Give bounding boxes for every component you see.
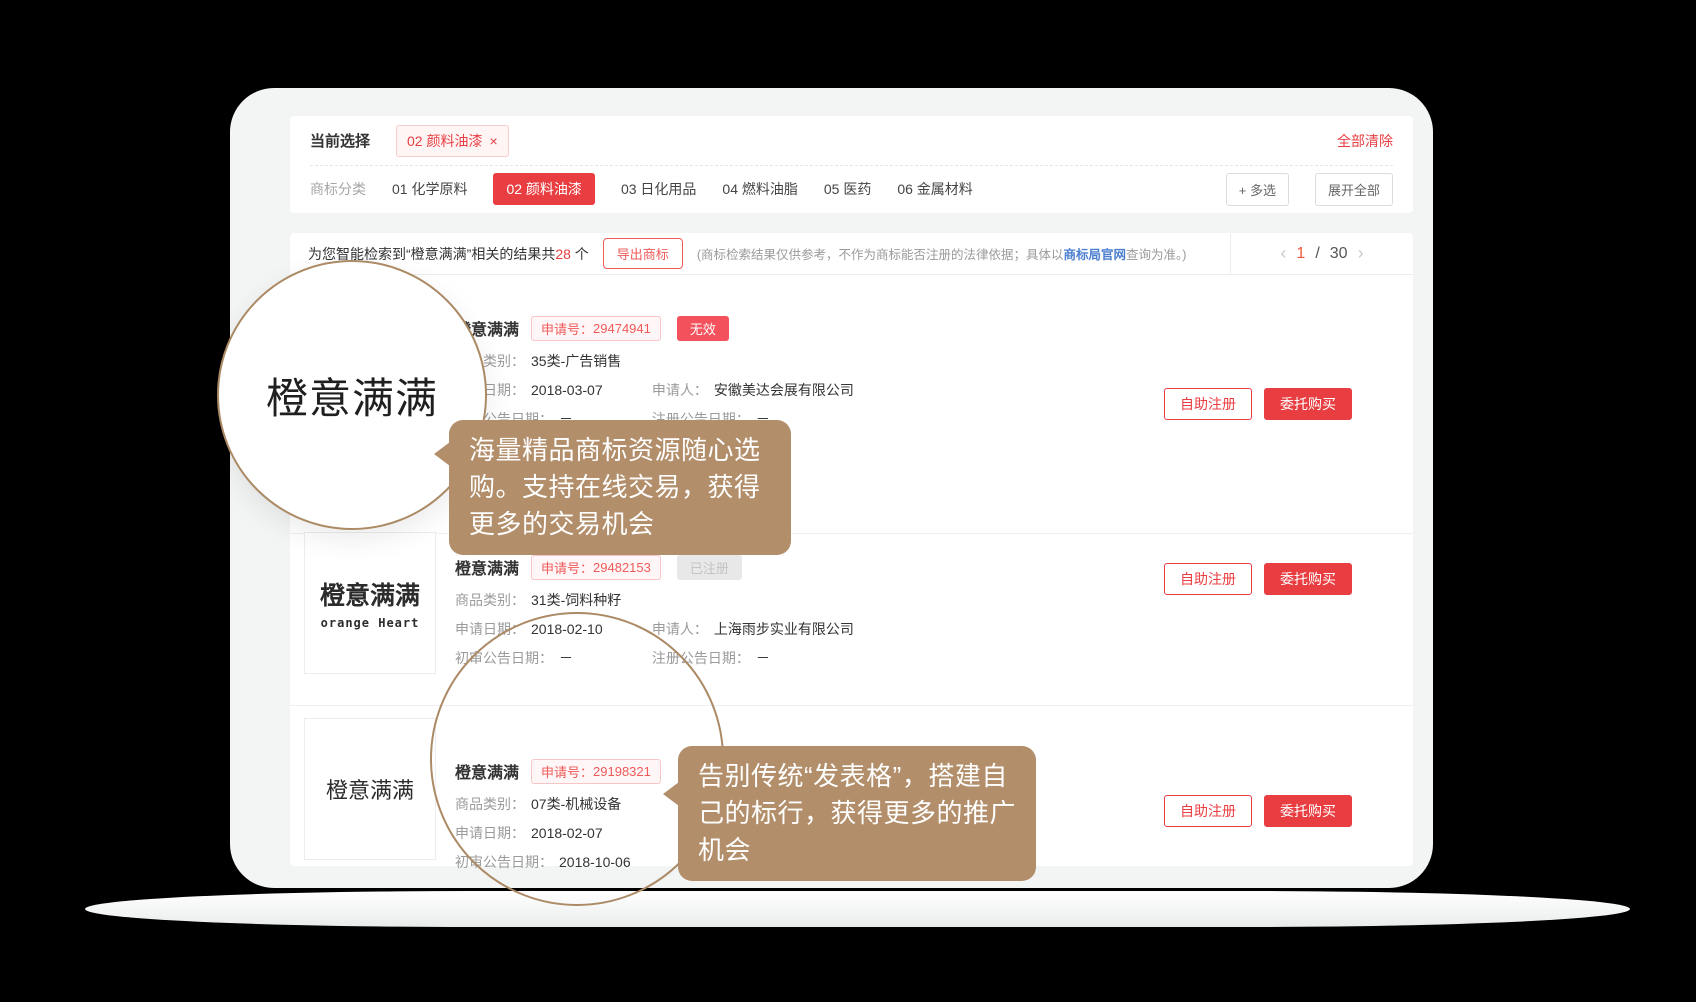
promo-tooltip-promotion: 告别传统“发表格”，搭建自己的标行，获得更多的推广机会: [678, 746, 1036, 881]
page-separator: /: [1315, 245, 1319, 263]
trademark-name: 橙意满满: [455, 555, 519, 579]
trademark-logo-text: 橙意满满: [326, 773, 414, 805]
reg-notice-value: －: [756, 650, 770, 666]
promo-tooltip-promotion-text: 告别传统“发表格”，搭建自己的标行，获得更多的推广机会: [698, 761, 1016, 865]
category-label: 商品类别：: [455, 592, 525, 608]
trademark-logo-text: 橙意满满: [320, 576, 420, 612]
category-value: 31类-饲料种籽: [531, 592, 621, 608]
current-selection-bar: 当前选择 02 颜料油漆 × 全部清除: [290, 116, 1413, 165]
entrust-buy-button[interactable]: 委托购买: [1264, 795, 1352, 827]
self-register-button[interactable]: 自助注册: [1164, 563, 1252, 595]
trademark-logo: 橙意满满: [304, 718, 436, 860]
current-selection-label: 当前选择: [310, 130, 370, 151]
filter-card: 当前选择 02 颜料油漆 × 全部清除 商标分类 01 化学原料 02 颜料油漆…: [290, 116, 1413, 213]
category-05[interactable]: 05 医药: [824, 179, 871, 199]
promo-tooltip-trade-text: 海量精品商标资源随心选购。支持在线交易，获得更多的交易机会: [469, 435, 761, 539]
category-02-selected[interactable]: 02 颜料油漆: [493, 173, 594, 205]
trademark-office-link[interactable]: 商标局官网: [1063, 248, 1126, 262]
status-badge: 无效: [677, 316, 729, 341]
application-number-label: 申请号：: [541, 558, 593, 577]
pagination: ‹ 1 / 30 ›: [1230, 233, 1413, 274]
entrust-buy-button[interactable]: 委托购买: [1264, 388, 1352, 420]
disclaimer-suffix: 查询为准。): [1126, 248, 1186, 262]
entrust-buy-button[interactable]: 委托购买: [1264, 563, 1352, 595]
category-01[interactable]: 01 化学原料: [392, 179, 467, 199]
application-number-tag: 申请号：29474941: [531, 316, 661, 341]
tooltip-arrow-icon: [663, 782, 679, 806]
applicant-label: 申请人：: [652, 621, 708, 637]
application-number-tag: 申请号：29482153: [531, 555, 661, 580]
category-06[interactable]: 06 金属材料: [897, 179, 972, 199]
tooltip-arrow-icon: [434, 442, 450, 466]
expand-all-button[interactable]: 展开全部: [1315, 173, 1393, 206]
category-03[interactable]: 03 日化用品: [621, 179, 696, 199]
self-register-button[interactable]: 自助注册: [1164, 388, 1252, 420]
total-pages: 30: [1330, 245, 1348, 263]
apply-date-value: 2018-03-07: [531, 382, 603, 398]
applicant-value: 安徽美达会展有限公司: [714, 382, 854, 398]
export-trademarks-button[interactable]: 导出商标: [603, 238, 683, 269]
row-actions: 自助注册 委托购买: [1164, 795, 1352, 827]
self-register-button[interactable]: 自助注册: [1164, 795, 1252, 827]
current-page: 1: [1296, 245, 1305, 263]
results-count: 28: [555, 246, 571, 262]
applicant-value: 上海雨步实业有限公司: [714, 621, 854, 637]
application-number-value: 29474941: [593, 321, 651, 336]
selected-filter-tag-label: 02 颜料油漆: [407, 131, 482, 151]
multi-select-button[interactable]: + 多选: [1226, 173, 1289, 206]
category-filter-label: 商标分类: [310, 179, 366, 199]
disclaimer-prefix: (商标检索结果仅供参考，不作为商标能否注册的法律依据；具体以: [697, 248, 1064, 262]
status-badge: 已注册: [677, 555, 742, 580]
trademark-logo: 橙意满满 orange Heart: [304, 532, 436, 674]
application-number-value: 29482153: [593, 560, 651, 575]
laptop-base: [85, 891, 1630, 927]
trademark-logo-subtext: orange Heart: [321, 616, 420, 630]
promo-tooltip-trade: 海量精品商标资源随心选购。支持在线交易，获得更多的交易机会: [449, 420, 791, 555]
disclaimer-text: (商标检索结果仅供参考，不作为商标能否注册的法律依据；具体以商标局官网查询为准。…: [697, 244, 1187, 263]
stage: 当前选择 02 颜料油漆 × 全部清除 商标分类 01 化学原料 02 颜料油漆…: [0, 0, 1696, 1002]
category-value: 35类-广告销售: [531, 353, 621, 369]
clear-all-button[interactable]: 全部清除: [1337, 131, 1393, 151]
applicant-label: 申请人：: [652, 382, 708, 398]
magnifier-circle-logo: 橙意满满: [217, 260, 487, 530]
summary-suffix: 个: [571, 246, 589, 262]
category-filter-bar: 商标分类 01 化学原料 02 颜料油漆 03 日化用品 04 燃料油脂 05 …: [290, 166, 1413, 212]
prev-page-icon[interactable]: ‹: [1280, 243, 1286, 264]
next-page-icon[interactable]: ›: [1358, 243, 1364, 264]
selected-filter-tag[interactable]: 02 颜料油漆 ×: [396, 125, 509, 157]
category-04[interactable]: 04 燃料油脂: [722, 179, 797, 199]
row-actions: 自助注册 委托购买: [1164, 563, 1352, 595]
summary-prefix: 为您智能检索到“橙意满满”相关的结果共: [308, 246, 555, 262]
magnified-logo-text: 橙意满满: [266, 365, 438, 426]
results-header: 为您智能检索到“橙意满满”相关的结果共28 个 导出商标 (商标检索结果仅供参考…: [290, 233, 1413, 275]
application-number-label: 申请号：: [541, 319, 593, 338]
remove-filter-icon[interactable]: ×: [489, 134, 497, 148]
row-actions: 自助注册 委托购买: [1164, 388, 1352, 420]
